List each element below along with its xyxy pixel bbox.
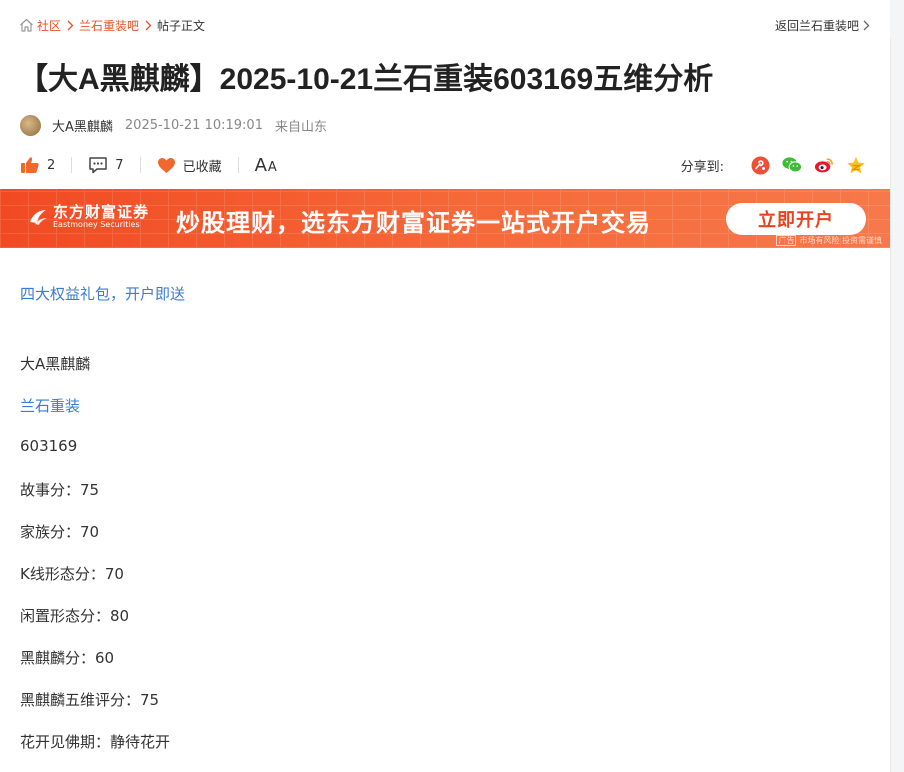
thumbs-up-icon [21,157,39,173]
post-meta: 大A黑麒麟 2025-10-21 10:19:01 来自山东 [20,114,327,136]
like-count: 2 [47,157,56,173]
open-account-button[interactable]: 立即开户 [726,203,866,235]
breadcrumb: 社区 兰石重装吧 帖子正文 [19,16,205,34]
content-line: 花开见佛期：静待花开 [20,733,171,751]
brand-name-en: Eastmoney Securities [53,220,140,229]
share-label: 分享到: [680,159,724,175]
breadcrumb-forum-link[interactable]: 兰石重装吧 [79,17,139,34]
ad-tag: 广告 [776,235,797,246]
eastmoney-logo-icon [30,210,47,225]
wechat-icon[interactable] [782,155,802,175]
content-line: 黑麒麟五维评分：75 [20,691,160,709]
eastmoney-logo: 东方财富证券 Eastmoney Securities [27,204,149,230]
post-time: 2025-10-21 10:19:01 [124,117,263,133]
chevron-right-icon [141,20,155,31]
ad-disclaimer: 广告 市场有风险 投资需谨慎 [776,235,882,246]
weibo-icon[interactable] [814,155,834,175]
post-actions: 2 7 已收藏 AA [20,153,277,177]
brand-name-cn: 东方财富证券 [53,203,150,221]
weibo-tencent-icon[interactable] [750,155,770,175]
comment-button[interactable]: 7 [88,156,124,174]
font-size-toggle[interactable]: AA [255,155,277,176]
share-bar: 分享到: [681,153,866,177]
promo-link[interactable]: 四大权益礼包，开户即送 [20,283,185,304]
qzone-icon[interactable] [846,155,866,175]
avatar[interactable] [20,114,41,136]
heart-icon [157,157,175,173]
content-line: K线形态分：70 [20,565,124,583]
content-line: 家族分：70 [20,523,100,541]
back-to-forum-link[interactable]: 返回兰石重装吧 [775,16,870,34]
like-button[interactable]: 2 [20,156,55,174]
ad-banner[interactable]: 东方财富证券 Eastmoney Securities 炒股理财，选东方财富证券… [0,189,890,248]
chevron-right-icon [863,20,870,31]
content-line: 故事分：75 [20,481,100,499]
author-name[interactable]: 大A黑麒麟 [52,116,113,135]
breadcrumb-current: 帖子正文 [157,18,206,33]
stock-link[interactable]: 兰石重装 [20,395,80,416]
favorite-label: 已收藏 [182,159,222,175]
content-line: 闲置形态分：80 [20,607,130,625]
chevron-right-icon [63,20,77,31]
post-title: 【大A黑麒麟】2025-10-21兰石重装603169五维分析 [18,63,714,96]
font-size-large: A [254,154,267,176]
comment-count: 7 [115,157,124,173]
comment-icon [89,157,108,174]
banner-slogan: 炒股理财，选东方财富证券一站式开户交易 [176,209,651,237]
favorite-button[interactable]: 已收藏 [157,156,222,175]
content-line: 603169 [20,437,78,455]
font-size-small: A [267,159,277,175]
home-icon[interactable] [19,18,34,32]
page-right-gutter [890,0,904,772]
content-line: 黑麒麟分：60 [20,649,115,667]
back-to-forum-label: 返回兰石重装吧 [774,18,859,33]
breadcrumb-home-link[interactable]: 社区 [37,17,61,34]
ad-note: 市场有风险 投资需谨慎 [799,236,882,245]
post-location: 来自山东 [274,119,327,135]
content-line: 大A黑麒麟 [20,355,91,373]
